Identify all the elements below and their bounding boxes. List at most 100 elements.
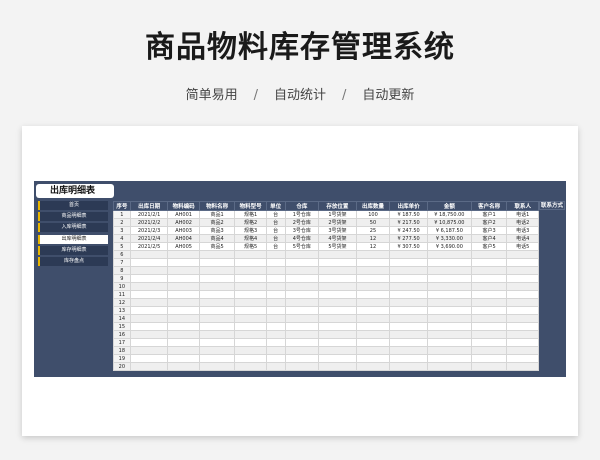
table-cell[interactable]: 电话1 (506, 210, 539, 219)
table-cell[interactable] (284, 322, 320, 331)
table-cell[interactable] (234, 330, 267, 339)
table-cell[interactable]: ¥ 3,690.00 (426, 242, 472, 251)
table-cell[interactable]: 5 (113, 242, 131, 251)
table-cell[interactable] (265, 314, 286, 323)
table-cell[interactable] (198, 290, 236, 299)
table-cell[interactable] (426, 314, 472, 323)
table-cell[interactable] (198, 258, 236, 267)
table-cell[interactable]: 8 (113, 266, 131, 275)
table-cell[interactable]: 3号货架 (318, 226, 357, 235)
table-cell[interactable] (234, 354, 267, 363)
table-cell[interactable] (355, 250, 391, 259)
table-cell[interactable]: 台 (265, 218, 286, 227)
table-cell[interactable] (426, 274, 472, 283)
table-cell[interactable]: AH003 (167, 226, 200, 235)
nav-item-3[interactable]: 出库明细表 (38, 234, 108, 244)
table-cell[interactable]: 2号仓库 (284, 218, 320, 227)
table-cell[interactable] (265, 258, 286, 267)
table-cell[interactable] (470, 330, 508, 339)
table-cell[interactable] (234, 298, 267, 307)
table-cell[interactable] (265, 298, 286, 307)
table-cell[interactable]: 规格1 (234, 210, 267, 219)
table-cell[interactable] (506, 298, 539, 307)
table-cell[interactable] (265, 282, 286, 291)
table-cell[interactable] (129, 266, 169, 275)
table-cell[interactable] (355, 354, 391, 363)
table-cell[interactable] (355, 362, 391, 371)
table-cell[interactable] (198, 314, 236, 323)
table-cell[interactable] (426, 250, 472, 259)
table-cell[interactable]: AH005 (167, 242, 200, 251)
table-cell[interactable] (198, 322, 236, 331)
table-cell[interactable] (234, 290, 267, 299)
table-cell[interactable] (198, 266, 236, 275)
table-cell[interactable] (129, 250, 169, 259)
table-cell[interactable]: 规格5 (234, 242, 267, 251)
table-cell[interactable] (284, 306, 320, 315)
table-cell[interactable] (167, 362, 200, 371)
table-cell[interactable] (506, 322, 539, 331)
table-cell[interactable] (167, 314, 200, 323)
table-cell[interactable] (426, 306, 472, 315)
table-cell[interactable] (265, 330, 286, 339)
table-cell[interactable]: 电话3 (506, 226, 539, 235)
table-cell[interactable] (506, 314, 539, 323)
table-cell[interactable] (265, 274, 286, 283)
table-cell[interactable]: 4 (113, 234, 131, 243)
table-cell[interactable] (318, 250, 357, 259)
table-cell[interactable] (167, 354, 200, 363)
table-cell[interactable] (318, 338, 357, 347)
table-cell[interactable]: 12 (355, 242, 391, 251)
table-cell[interactable] (265, 362, 286, 371)
table-cell[interactable]: ¥ 6,187.50 (426, 226, 472, 235)
table-cell[interactable] (234, 314, 267, 323)
table-cell[interactable]: 25 (355, 226, 391, 235)
table-cell[interactable] (198, 354, 236, 363)
table-cell[interactable]: 2021/2/2 (129, 218, 169, 227)
table-cell[interactable] (129, 354, 169, 363)
table-cell[interactable] (470, 290, 508, 299)
table-cell[interactable]: 9 (113, 274, 131, 283)
table-cell[interactable] (284, 354, 320, 363)
table-cell[interactable] (284, 290, 320, 299)
table-cell[interactable] (470, 314, 508, 323)
table-cell[interactable]: 18 (113, 346, 131, 355)
table-cell[interactable]: 客户4 (470, 234, 508, 243)
table-cell[interactable] (318, 258, 357, 267)
table-cell[interactable]: 5号货架 (318, 242, 357, 251)
table-cell[interactable] (167, 250, 200, 259)
table-cell[interactable] (234, 306, 267, 315)
table-cell[interactable]: 客户3 (470, 226, 508, 235)
table-cell[interactable] (470, 346, 508, 355)
table-cell[interactable] (284, 314, 320, 323)
table-cell[interactable] (355, 322, 391, 331)
table-cell[interactable] (234, 258, 267, 267)
table-cell[interactable] (389, 266, 428, 275)
table-cell[interactable] (389, 354, 428, 363)
table-cell[interactable]: 19 (113, 354, 131, 363)
table-cell[interactable] (506, 266, 539, 275)
table-cell[interactable] (234, 282, 267, 291)
table-cell[interactable]: ¥ 10,875.00 (426, 218, 472, 227)
nav-item-5[interactable]: 库存盘点 (38, 256, 108, 266)
table-cell[interactable]: 50 (355, 218, 391, 227)
table-cell[interactable] (167, 298, 200, 307)
table-cell[interactable] (234, 362, 267, 371)
column-header[interactable]: 金额 (426, 201, 472, 211)
table-cell[interactable] (389, 346, 428, 355)
table-cell[interactable]: 客户1 (470, 210, 508, 219)
table-cell[interactable] (234, 322, 267, 331)
nav-item-2[interactable]: 入库明细表 (38, 223, 108, 233)
table-cell[interactable] (198, 298, 236, 307)
table-cell[interactable] (389, 314, 428, 323)
table-cell[interactable] (167, 338, 200, 347)
table-cell[interactable] (355, 338, 391, 347)
table-cell[interactable] (389, 250, 428, 259)
table-cell[interactable]: 规格4 (234, 234, 267, 243)
table-cell[interactable] (355, 298, 391, 307)
table-cell[interactable] (506, 290, 539, 299)
table-cell[interactable] (389, 298, 428, 307)
table-cell[interactable]: 台 (265, 226, 286, 235)
table-cell[interactable] (284, 362, 320, 371)
table-cell[interactable]: 13 (113, 306, 131, 315)
